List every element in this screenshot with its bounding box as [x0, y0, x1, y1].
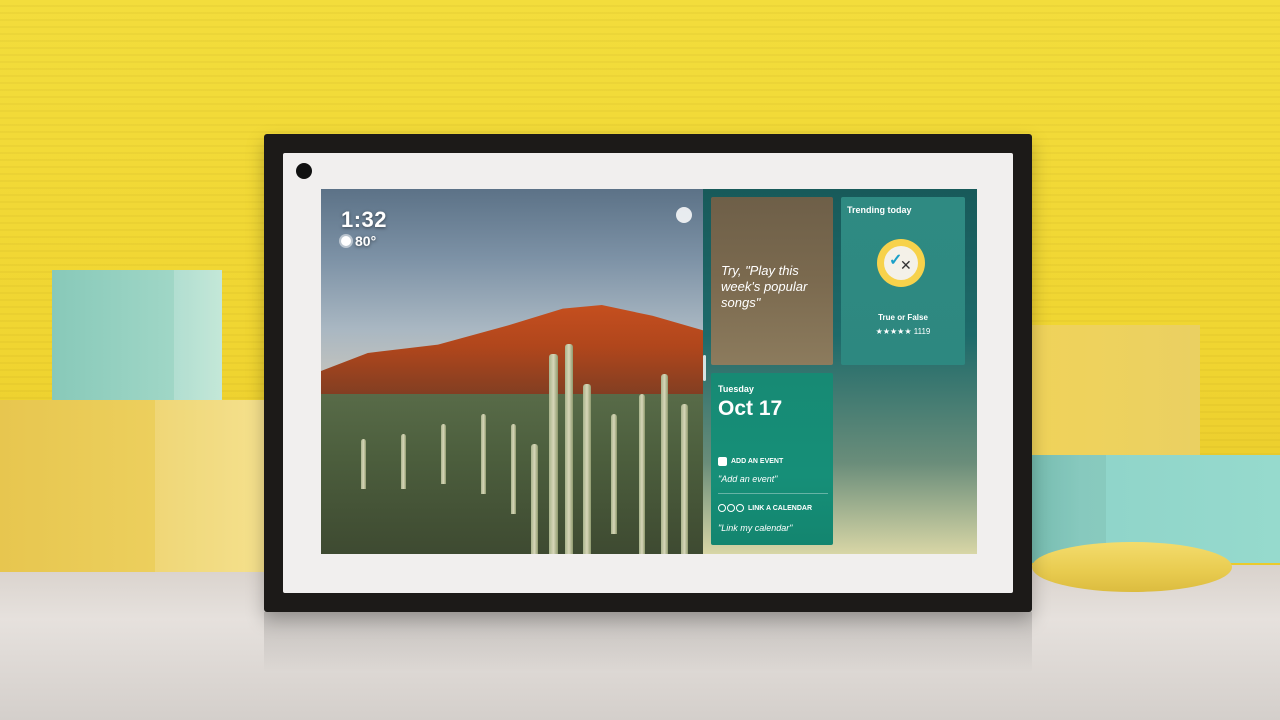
link-calendar-row[interactable]: LINK A CALENDAR [718, 504, 812, 512]
trending-app-name: True or False [878, 313, 928, 322]
smart-display-device: 1:32 80° Try, "Play this week's popular … [264, 134, 1032, 612]
add-event-label: ADD AN EVENT [731, 458, 784, 465]
rating-stars: ★★★★★ [875, 327, 912, 336]
tile-calendar[interactable]: Tuesday Oct 17 ADD AN EVENT "Add an even… [711, 373, 833, 545]
cactus [583, 384, 591, 554]
cactus [441, 424, 446, 484]
link-calendar-hint: "Link my calendar" [718, 523, 793, 533]
wallpaper-ground [321, 344, 711, 554]
link-calendar-label: LINK A CALENDAR [748, 504, 813, 512]
cactus [565, 344, 573, 554]
cactus [611, 414, 617, 534]
try-suggestion-text: Try, "Play this week's popular songs" [721, 263, 808, 310]
cactus [481, 414, 486, 494]
true-or-false-icon [877, 239, 925, 287]
decor-block-yellow-right [1030, 325, 1200, 455]
cactus [639, 394, 645, 554]
alexa-status-icon[interactable] [676, 207, 692, 223]
cactus [401, 434, 406, 489]
calendar-day: Tuesday [718, 384, 754, 394]
trending-title: Trending today [847, 205, 912, 215]
calendar-divider [718, 493, 828, 494]
calendar-date: Oct 17 [718, 397, 783, 420]
cactus [361, 439, 366, 489]
cactus [661, 374, 668, 554]
calendar-add-icon [718, 457, 727, 466]
clock: 1:32 [341, 207, 388, 232]
decor-block-teal-left [52, 270, 222, 402]
decor-puck [1032, 542, 1232, 592]
tile-trending-today[interactable]: Trending today True or False ★★★★★ 1119 [841, 197, 965, 365]
link-accounts-icon [718, 504, 744, 512]
display-screen[interactable]: 1:32 80° Try, "Play this week's popular … [321, 189, 977, 554]
decor-block-yellow-left [0, 400, 265, 572]
temperature: 80° [355, 233, 377, 249]
camera-icon [296, 163, 312, 179]
rating-count: 1119 [913, 327, 931, 336]
cactus [511, 424, 516, 514]
device-reflection [264, 612, 1032, 672]
add-event-row[interactable]: ADD AN EVENT [718, 457, 783, 466]
sun-icon [341, 236, 351, 246]
cactus [531, 444, 538, 554]
display-bezel: 1:32 80° Try, "Play this week's popular … [283, 153, 1013, 593]
cactus [549, 354, 558, 554]
trending-app-rating: ★★★★★ 1119 [841, 327, 965, 336]
add-event-hint: "Add an event" [718, 474, 778, 484]
tile-try-suggestion[interactable]: Try, "Play this week's popular songs" [711, 197, 833, 365]
widget-panel: Try, "Play this week's popular songs" Tr… [703, 189, 977, 554]
weather[interactable]: 80° [341, 233, 376, 249]
wallpaper-photo [321, 189, 711, 554]
cactus [681, 404, 688, 554]
panel-drag-handle[interactable] [703, 355, 706, 381]
